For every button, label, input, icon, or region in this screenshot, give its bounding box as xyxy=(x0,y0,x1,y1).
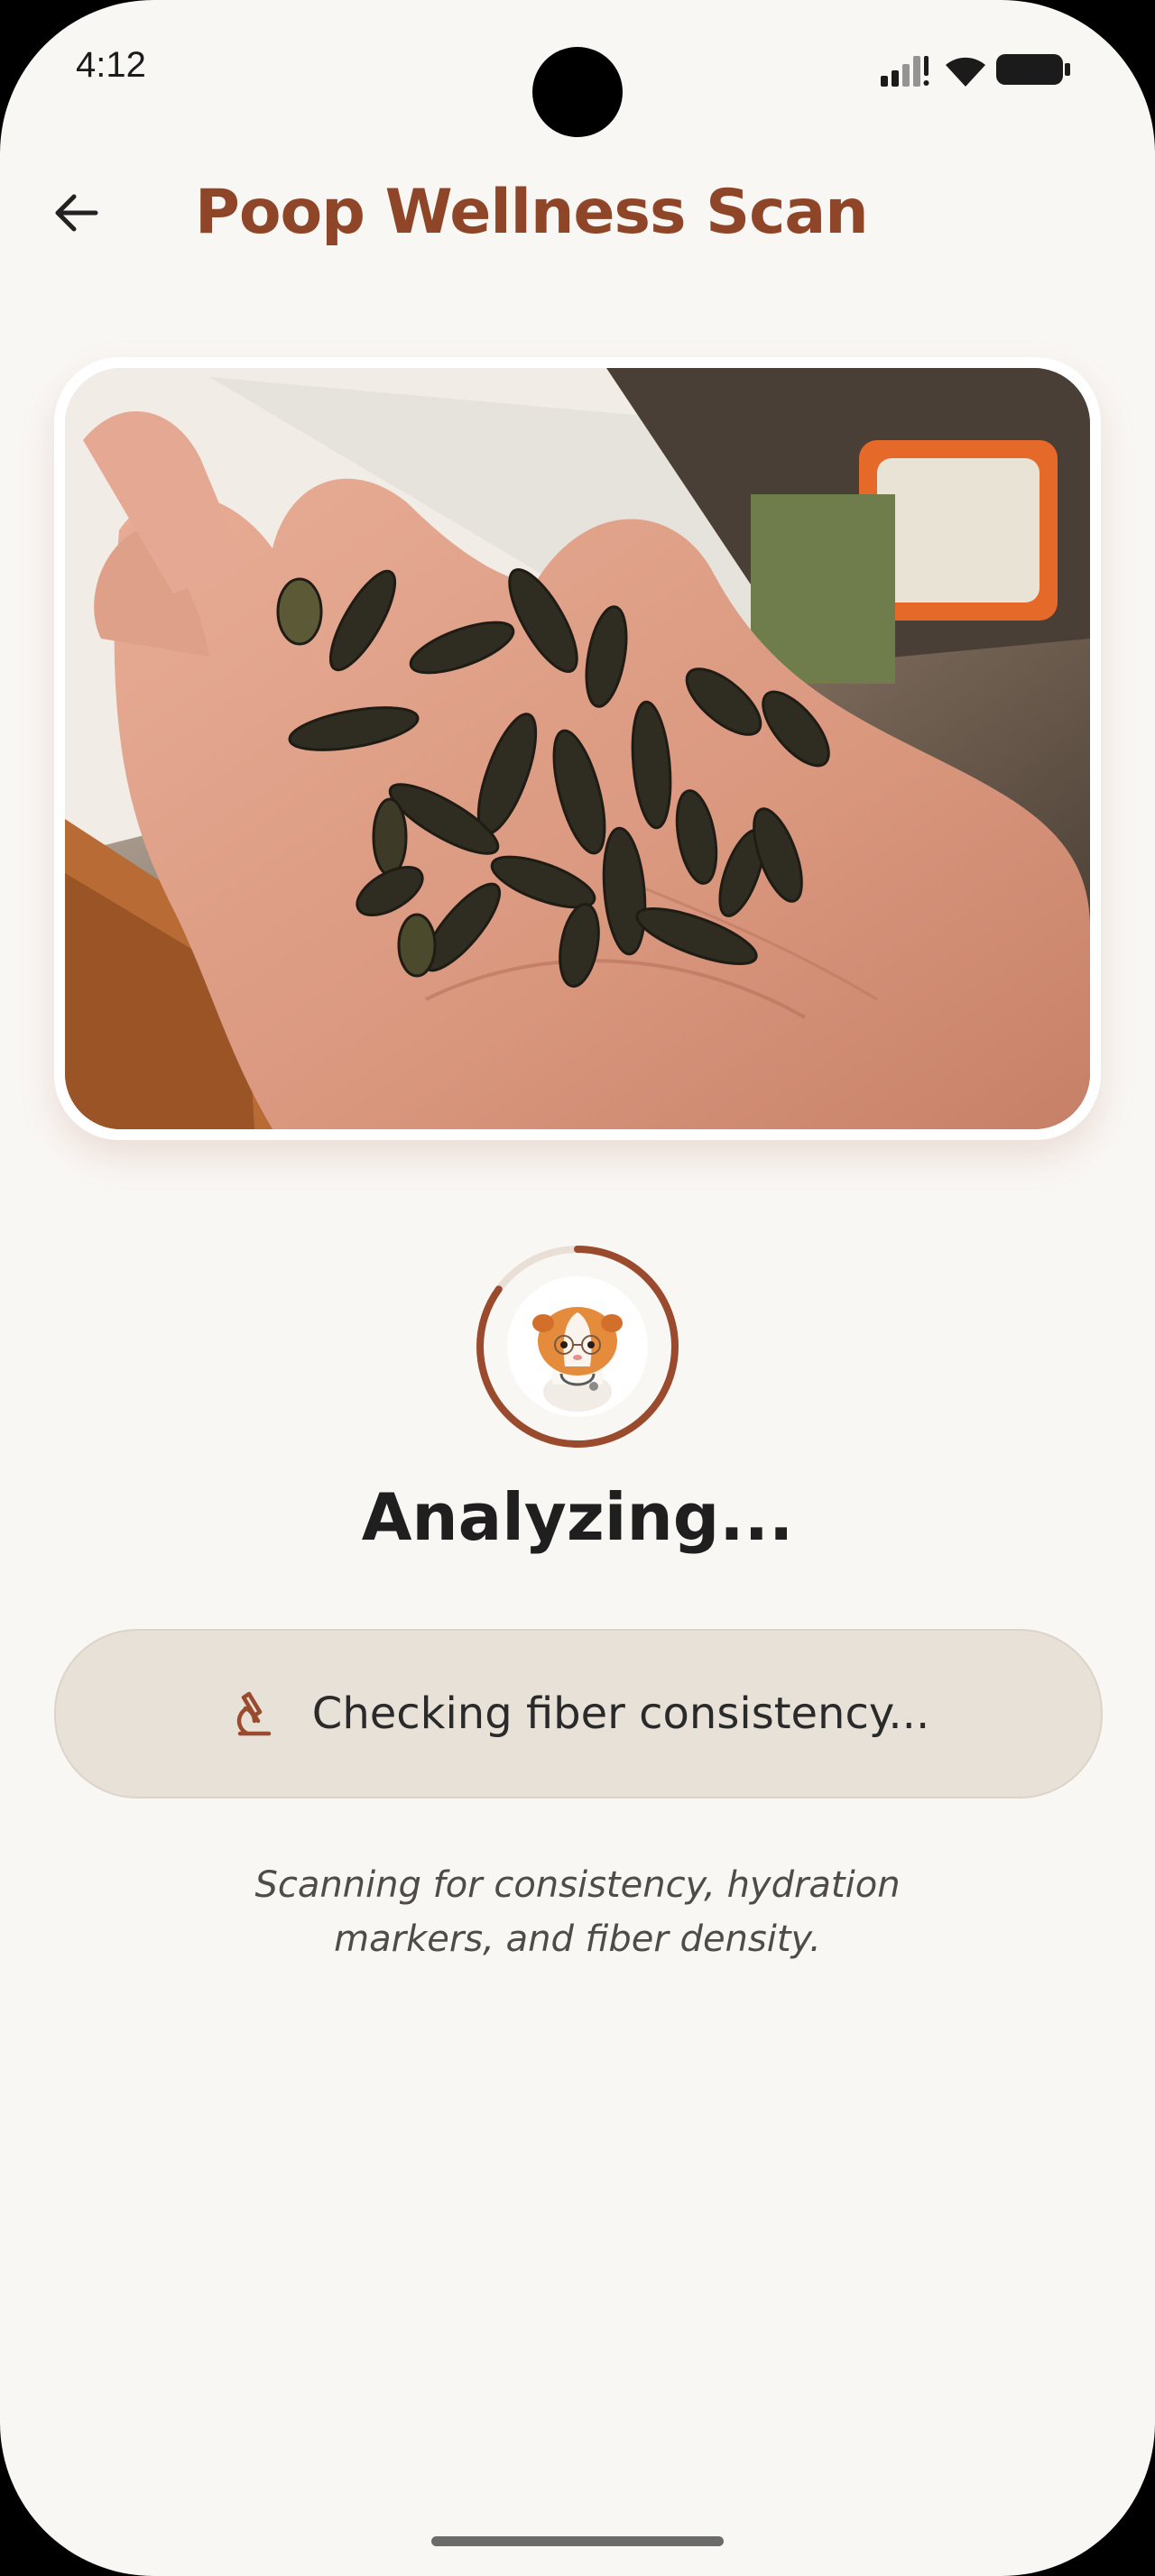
scan-status-text: Checking fiber consistency... xyxy=(311,1688,930,1739)
scan-photo-card xyxy=(54,357,1101,1140)
signal-icon xyxy=(881,56,929,87)
status-icons xyxy=(881,49,1079,94)
battery-icon xyxy=(996,54,1070,85)
front-camera xyxy=(532,47,623,137)
analyzing-label: Analyzing... xyxy=(361,1479,794,1555)
scan-description: Scanning for consistency, hydration mark… xyxy=(254,1864,901,1960)
wifi-icon xyxy=(946,57,985,87)
home-indicator[interactable] xyxy=(431,2536,724,2546)
back-button[interactable] xyxy=(43,180,108,245)
microscope-icon xyxy=(236,1691,272,1736)
app-screen: 4:12 Poop Wellness Scan Analyzing... Che… xyxy=(0,0,1155,2576)
guinea-pig-doctor-avatar xyxy=(507,1276,648,1417)
progress-ring xyxy=(474,1243,681,1450)
status-time: 4:12 xyxy=(76,45,146,85)
arrow-left-icon xyxy=(55,194,98,232)
page-title: Poop Wellness Scan xyxy=(195,177,869,248)
scan-status-pill: Checking fiber consistency... xyxy=(54,1629,1103,1799)
scan-photo xyxy=(65,368,1090,1129)
